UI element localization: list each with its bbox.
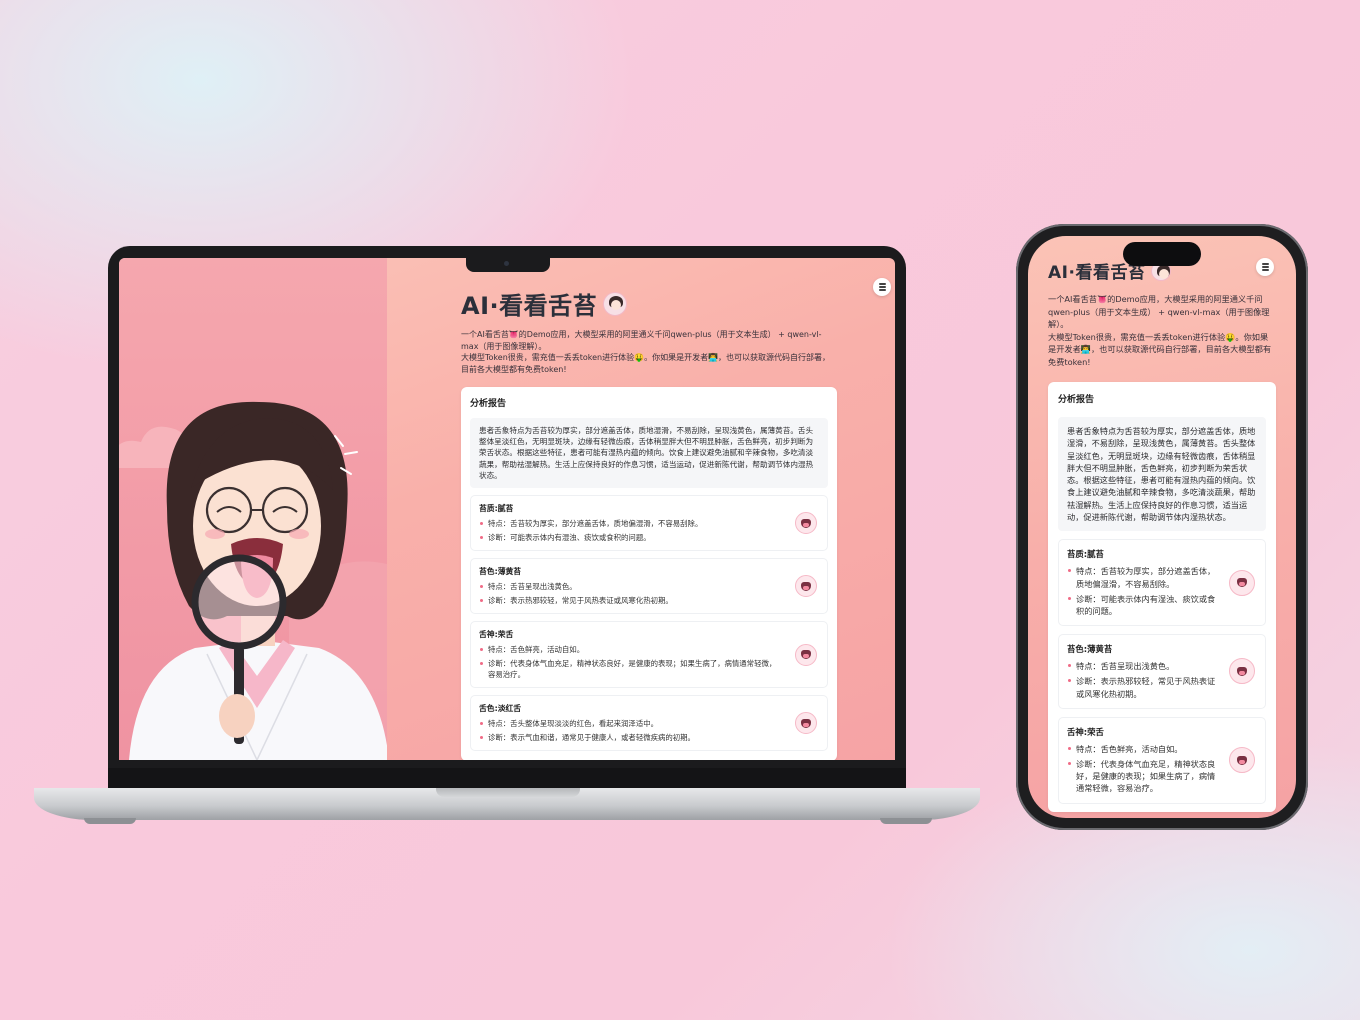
doctor-illustration [119, 258, 387, 760]
app-content: AI·看看舌苔 一个AI看舌苔👅的Demo应用，大模型采用的阿里通义千问qwen… [461, 286, 837, 760]
item-diagnosis: 诊断：表示热邪较轻，常见于风热表证或风寒化热初期。 [1067, 675, 1257, 699]
phone-screen: AI·看看舌苔 一个AI看舌苔👅的Demo应用，大模型采用的阿里通义千问qwen… [1028, 236, 1296, 818]
menu-icon [1261, 263, 1269, 265]
report-card: 分析报告 患者舌象特点为舌苔较为厚实，部分遮盖舌体，质地湿滑，不易刮除，呈现浅黄… [1048, 382, 1276, 812]
tongue-icon [1229, 658, 1255, 685]
tongue-icon [795, 575, 817, 598]
report-item: 苔质:腻苔 特点：舌苔较为厚实，部分遮盖舌体，质地偏湿滑，不容易刮除。 诊断：可… [470, 495, 828, 552]
intro-line-1: 一个AI看舌苔👅的Demo应用，大模型采用的阿里通义千问qwen-plus（用于… [461, 330, 822, 351]
item-title: 舌神:荣舌 [1067, 726, 1104, 737]
app-content: AI·看看舌苔 一个AI看舌苔👅的Demo应用，大模型采用的阿里通义千问qwen… [1048, 258, 1276, 812]
item-diagnosis: 诊断：代表身体气血充足，精神状态良好，是健康的表现；如果生病了，病情通常轻微，容… [479, 658, 819, 680]
item-title: 苔质:腻苔 [1067, 549, 1104, 560]
laptop-groove [436, 788, 580, 797]
item-feature: 特点：舌色鲜亮，活动自如。 [1067, 743, 1257, 755]
report-item: 苔色:薄黄苔 特点：舌苔呈现出浅黄色。 诊断：表示热邪较轻，常见于风热表证或风寒… [470, 558, 828, 615]
item-feature: 特点：舌色鲜亮，活动自如。 [479, 644, 819, 655]
report-title: 分析报告 [470, 399, 507, 409]
laptop-screen: AI·看看舌苔 一个AI看舌苔👅的Demo应用，大模型采用的阿里通义千问qwen… [119, 258, 895, 760]
menu-button[interactable] [1256, 258, 1274, 276]
report-summary: 患者舌象特点为舌苔较为厚实，部分遮盖舌体，质地湿滑，不易刮除，呈现浅黄色，属薄黄… [470, 418, 828, 489]
report-summary: 患者舌象特点为舌苔较为厚实，部分遮盖舌体，质地湿滑，不易刮除，呈现浅黄色，属薄黄… [1058, 417, 1266, 532]
item-diagnosis: 诊断：可能表示体内有湿浊、痰饮或食积的问题。 [1067, 593, 1257, 617]
app-title: AI·看看舌苔 [461, 292, 598, 320]
tongue-icon [795, 643, 817, 666]
item-title: 舌神:荣舌 [479, 630, 514, 640]
item-feature: 特点：舌苔较为厚实，部分遮盖舌体，质地偏湿滑，不容易刮除。 [479, 518, 819, 529]
item-feature: 特点：舌头整体呈现淡淡的红色，看起来润泽适中。 [479, 718, 819, 729]
report-item: 舌色:淡红舌 特点：舌头整体呈现淡淡的红色，看起来润泽适中。 诊断：表示气血和谐… [470, 695, 828, 752]
item-title: 苔色:薄黄苔 [479, 567, 522, 577]
tongue-icon [1229, 569, 1255, 596]
doctor-avatar-icon [603, 291, 628, 316]
item-title: 苔色:薄黄苔 [1067, 644, 1113, 655]
report-item: 舌神:荣舌 特点：舌色鲜亮，活动自如。 诊断：代表身体气血充足，精神状态良好，是… [1058, 716, 1266, 804]
dynamic-island [1123, 242, 1201, 266]
menu-icon [878, 283, 886, 285]
menu-button[interactable] [873, 278, 891, 296]
laptop-foot [84, 818, 136, 824]
item-diagnosis: 诊断：可能表示体内有湿浊、痰饮或食积的问题。 [479, 532, 819, 543]
intro-line-2: 大模型Token很贵，需充值一丢丢token进行体验🤑。你如果是开发者👨‍💻，也… [461, 353, 831, 374]
item-diagnosis: 诊断：表示气血和谐，通常见于健康人，或者轻微疾病的初期。 [479, 732, 819, 743]
tongue-icon [795, 712, 817, 735]
intro-text: 一个AI看舌苔👅的Demo应用，大模型采用的阿里通义千问qwen-plus（用于… [1048, 293, 1276, 368]
intro-line-2: 大模型Token很贵，需充值一丢丢token进行体验🤑。你如果是开发者👨‍💻，也… [1048, 331, 1272, 367]
report-item: 舌神:荣舌 特点：舌色鲜亮，活动自如。 诊断：代表身体气血充足，精神状态良好，是… [470, 621, 828, 689]
title-row: AI·看看舌苔 [461, 286, 837, 321]
report-card: 分析报告 患者舌象特点为舌苔较为厚实，部分遮盖舌体，质地湿滑，不易刮除，呈现浅黄… [461, 387, 837, 760]
tongue-icon [795, 512, 817, 535]
item-feature: 特点：舌苔呈现出浅黄色。 [479, 581, 819, 592]
item-title: 舌色:淡红舌 [479, 704, 522, 714]
report-item: 苔质:腻苔 特点：舌苔较为厚实，部分遮盖舌体，质地偏湿滑，不容易刮除。 诊断：可… [1058, 539, 1266, 627]
intro-line-1: 一个AI看舌苔👅的Demo应用，大模型采用的阿里通义千问qwen-plus（用于… [1048, 294, 1270, 329]
tongue-icon [1229, 747, 1255, 774]
laptop-foot [880, 818, 932, 824]
item-diagnosis: 诊断：表示热邪较轻，常见于风热表证或风寒化热初期。 [479, 595, 819, 606]
report-item: 苔色:薄黄苔 特点：舌苔呈现出浅黄色。 诊断：表示热邪较轻，常见于风热表证或风寒… [1058, 634, 1266, 709]
laptop-bezel-bottom [108, 768, 906, 788]
report-title: 分析报告 [1058, 395, 1095, 405]
item-title: 苔质:腻苔 [479, 504, 514, 514]
camera-icon [504, 261, 509, 266]
intro-text: 一个AI看舌苔👅的Demo应用，大模型采用的阿里通义千问qwen-plus（用于… [461, 329, 837, 375]
